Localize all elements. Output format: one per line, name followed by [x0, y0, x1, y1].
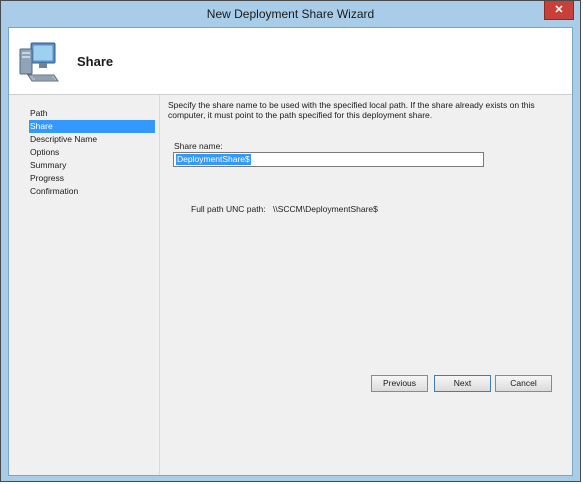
wizard-body: Share Path Share Descriptive Name Option… — [8, 27, 573, 476]
share-description: Specify the share name to be used with t… — [168, 100, 535, 120]
share-name-value: DeploymentShare$ — [176, 154, 251, 165]
wizard-header: Share — [9, 28, 572, 95]
unc-path-label: Full path UNC path: — [191, 204, 266, 214]
step-progress[interactable]: Progress — [29, 172, 155, 185]
wizard-steps: Path Share Descriptive Name Options Summ… — [29, 107, 155, 198]
step-summary[interactable]: Summary — [29, 159, 155, 172]
previous-button[interactable]: Previous — [371, 375, 428, 392]
share-name-label: Share name: — [174, 141, 223, 151]
step-path[interactable]: Path — [29, 107, 155, 120]
cancel-button[interactable]: Cancel — [495, 375, 552, 392]
wizard-window: New Deployment Share Wizard ✕ Share Path… — [0, 0, 581, 482]
unc-path-value: \\SCCM\DeploymentShare$ — [273, 204, 378, 214]
share-name-input[interactable]: DeploymentShare$ — [173, 152, 484, 167]
window-title: New Deployment Share Wizard — [206, 7, 375, 21]
computer-icon — [19, 42, 59, 82]
step-share[interactable]: Share — [29, 120, 155, 133]
next-button[interactable]: Next — [434, 375, 491, 392]
step-options[interactable]: Options — [29, 146, 155, 159]
close-icon: ✕ — [554, 4, 564, 16]
title-bar[interactable]: New Deployment Share Wizard ✕ — [1, 1, 580, 27]
step-confirmation[interactable]: Confirmation — [29, 185, 155, 198]
page-title: Share — [77, 54, 114, 69]
close-button[interactable]: ✕ — [544, 1, 574, 20]
step-descriptive-name[interactable]: Descriptive Name — [29, 133, 155, 146]
wizard-content: Specify the share name to be used with t… — [159, 95, 573, 475]
